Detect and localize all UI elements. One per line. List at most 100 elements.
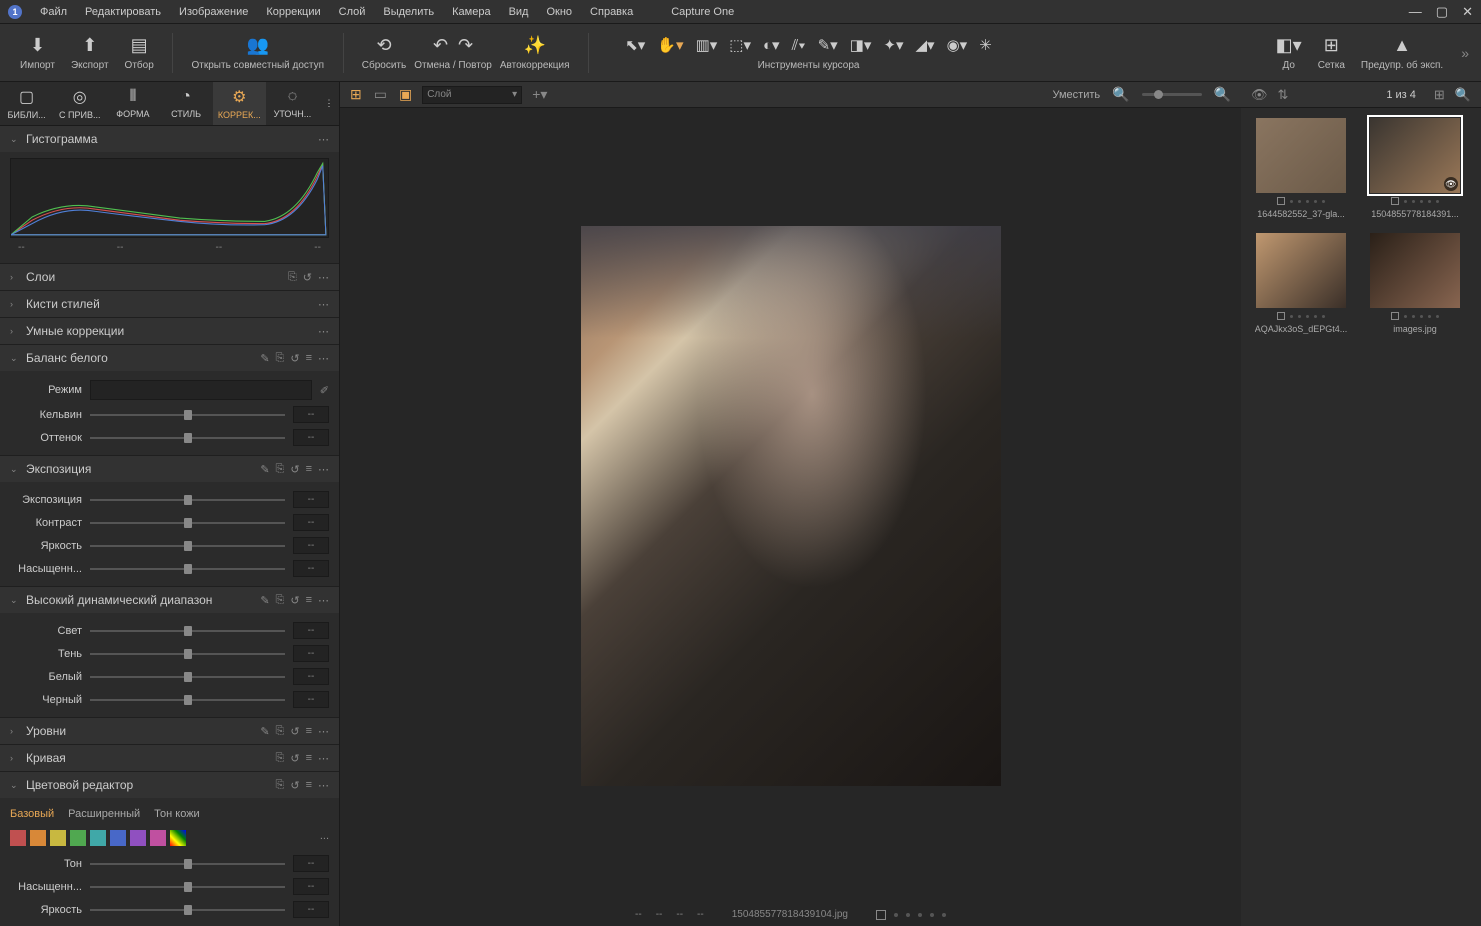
panel-menu-icon[interactable]: ⋯ (318, 133, 329, 146)
thumbnail[interactable]: 👁 1504855778184391... (1365, 118, 1465, 219)
ce-brightness-slider[interactable] (90, 909, 285, 911)
copy-icon[interactable]: ⎘ (276, 752, 285, 765)
color-tab-skin[interactable]: Тон кожи (154, 808, 200, 820)
panel-hdr-header[interactable]: ⌄ Высокий динамический диапазон ✎⎘↺≡⋯ (0, 587, 339, 613)
copy-icon[interactable]: ⎘ (276, 352, 285, 365)
kelvin-slider[interactable] (90, 414, 285, 416)
search-icon[interactable]: 🔍 (1455, 87, 1471, 103)
radial-tool-icon[interactable]: ◉▾ (945, 34, 970, 56)
star-tool-icon[interactable]: ✳ (977, 34, 994, 56)
eye-icon[interactable]: 👁 (1251, 87, 1268, 103)
swatch-options-icon[interactable]: ... (320, 830, 329, 846)
edit-icon[interactable]: ✎ (260, 725, 269, 738)
menu-adjustments[interactable]: Коррекции (266, 6, 320, 18)
swatch-blue[interactable] (110, 830, 126, 846)
copy-icon[interactable]: ⎘ (276, 594, 285, 607)
menu-layer[interactable]: Слой (339, 6, 366, 18)
loupe-tool-icon[interactable]: ▥▾ (694, 34, 720, 56)
copy-icon[interactable]: ⎘ (276, 779, 285, 792)
panel-exposure-header[interactable]: ⌄ Экспозиция ✎⎘↺≡⋯ (0, 456, 339, 482)
import-button[interactable]: ⬇ Импорт (12, 34, 63, 71)
filter-icon[interactable]: ⊞ (1434, 87, 1445, 103)
swatch-purple[interactable] (130, 830, 146, 846)
keystone-tool-icon[interactable]: ⫽▾ (790, 35, 808, 56)
contrast-slider[interactable] (90, 522, 285, 524)
panel-menu-icon[interactable]: ⋯ (318, 352, 329, 365)
share-button[interactable]: 👥 Открыть совместный доступ (183, 34, 333, 71)
panel-menu-icon[interactable]: ⋯ (318, 271, 329, 284)
panel-histogram-header[interactable]: ⌄ Гистограмма ⋯ (0, 126, 339, 152)
white-slider[interactable] (90, 676, 285, 678)
auto-adjust-button[interactable]: ✨ Автокоррекция (492, 34, 578, 71)
layer-dropdown[interactable]: Слой▾ (422, 86, 522, 104)
image-checkbox[interactable] (876, 910, 886, 920)
window-minimize-icon[interactable]: — (1409, 4, 1422, 20)
tint-slider[interactable] (90, 437, 285, 439)
heal-tool-icon[interactable]: ✦▾ (881, 34, 905, 56)
preset-icon[interactable]: ≡ (306, 463, 312, 476)
swatch-all[interactable] (170, 830, 186, 846)
main-image-preview[interactable] (581, 226, 1001, 786)
tab-more[interactable]: ⋮ (319, 82, 339, 125)
reset-icon[interactable]: ↺ (303, 271, 312, 284)
panel-menu-icon[interactable]: ⋯ (318, 325, 329, 338)
before-after-button[interactable]: ◧▾ До (1268, 34, 1310, 71)
undo-icon[interactable]: ↶ (433, 34, 448, 56)
panel-menu-icon[interactable]: ⋯ (318, 779, 329, 792)
edit-icon[interactable]: ✎ (260, 594, 269, 607)
redo-icon[interactable]: ↷ (458, 34, 473, 56)
panel-color-editor-header[interactable]: ⌄ Цветовой редактор ⎘↺≡⋯ (0, 772, 339, 798)
thumbnail-image[interactable] (1256, 118, 1346, 193)
panel-style-brushes-header[interactable]: › Кисти стилей ⋯ (0, 291, 339, 317)
preset-icon[interactable]: ≡ (306, 725, 312, 738)
toolbar-overflow-icon[interactable]: » (1461, 45, 1469, 61)
thumb-checkbox[interactable] (1391, 312, 1399, 320)
menu-view[interactable]: Вид (509, 6, 529, 18)
export-button[interactable]: ⬆ Экспорт (63, 34, 117, 71)
reset-button[interactable]: ⟲ Сбросить (354, 34, 414, 71)
thumbnail-image[interactable] (1256, 233, 1346, 308)
swatch-orange[interactable] (30, 830, 46, 846)
thumb-checkbox[interactable] (1391, 197, 1399, 205)
tab-capture[interactable]: ◎С ПРИВ... (53, 82, 106, 125)
hue-slider[interactable] (90, 863, 285, 865)
preset-icon[interactable]: ≡ (306, 779, 312, 792)
view-single-icon[interactable]: ▭ (372, 84, 389, 105)
menu-window[interactable]: Окно (546, 6, 572, 18)
zoom-slider[interactable] (1142, 93, 1202, 96)
brightness-slider[interactable] (90, 545, 285, 547)
reset-icon[interactable]: ↺ (290, 779, 299, 792)
swatch-red[interactable] (10, 830, 26, 846)
tint-value[interactable]: -- (293, 429, 329, 446)
rotate-tool-icon[interactable]: ◐▾ (761, 34, 782, 56)
grid-button[interactable]: ⊞ Сетка (1310, 34, 1353, 71)
menu-edit[interactable]: Редактировать (85, 6, 161, 18)
tab-style[interactable]: ◔СТИЛЬ (160, 82, 213, 125)
panel-curve-header[interactable]: › Кривая ⎘↺≡⋯ (0, 745, 339, 771)
panel-levels-header[interactable]: › Уровни ✎⎘↺≡⋯ (0, 718, 339, 744)
zoom-icon-2[interactable]: 🔍 (1212, 84, 1233, 105)
wb-mode-select[interactable] (90, 380, 312, 400)
pointer-tool-icon[interactable]: ⬉▾ (623, 34, 647, 56)
swatch-cyan[interactable] (90, 830, 106, 846)
hand-tool-icon[interactable]: ✋▾ (655, 34, 685, 56)
thumbnail[interactable]: 1644582552_37-gla... (1251, 118, 1351, 219)
thumb-checkbox[interactable] (1277, 197, 1285, 205)
reset-icon[interactable]: ↺ (290, 352, 299, 365)
eraser-tool-icon[interactable]: ◨▾ (848, 34, 874, 56)
thumbnail[interactable]: AQAJkx3oS_dEPGt4... (1251, 233, 1351, 334)
copy-icon[interactable]: ⎘ (288, 271, 297, 284)
zoom-icon[interactable]: 🔍 (1110, 84, 1131, 105)
fit-label[interactable]: Уместить (1052, 89, 1100, 101)
preset-icon[interactable]: ≡ (306, 352, 312, 365)
thumbnail-image[interactable] (1370, 233, 1460, 308)
tab-shape[interactable]: ⫴ФОРМА (106, 82, 159, 125)
thumbnail-image[interactable]: 👁 (1370, 118, 1460, 193)
tab-refine[interactable]: ◌УТОЧН... (266, 82, 319, 125)
reset-icon[interactable]: ↺ (290, 725, 299, 738)
preset-icon[interactable]: ≡ (306, 594, 312, 607)
menu-file[interactable]: Файл (40, 6, 67, 18)
panel-menu-icon[interactable]: ⋯ (318, 725, 329, 738)
menu-camera[interactable]: Камера (452, 6, 490, 18)
tab-adjust[interactable]: ⚙КОРРЕК... (213, 82, 266, 125)
